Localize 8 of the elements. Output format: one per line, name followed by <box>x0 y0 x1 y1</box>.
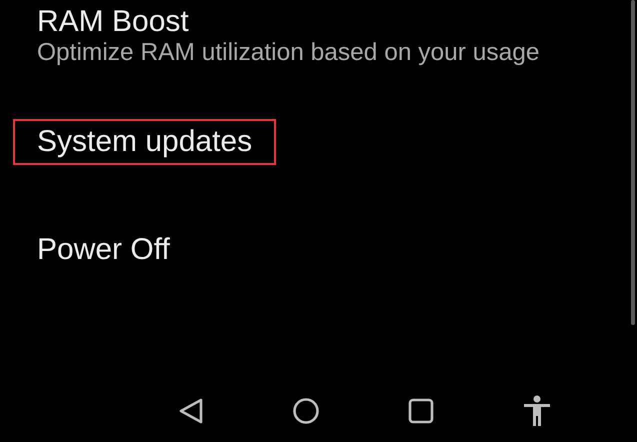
setting-title[interactable]: Power Off <box>37 233 637 267</box>
recents-icon[interactable] <box>407 397 435 425</box>
accessibility-icon[interactable] <box>522 395 552 427</box>
home-icon[interactable] <box>292 397 320 425</box>
setting-description: Optimize RAM utilization based on your usage <box>37 39 541 67</box>
setting-title[interactable]: System updates <box>37 125 252 158</box>
setting-title[interactable]: RAM Boost <box>37 5 637 39</box>
back-icon[interactable] <box>177 397 205 425</box>
